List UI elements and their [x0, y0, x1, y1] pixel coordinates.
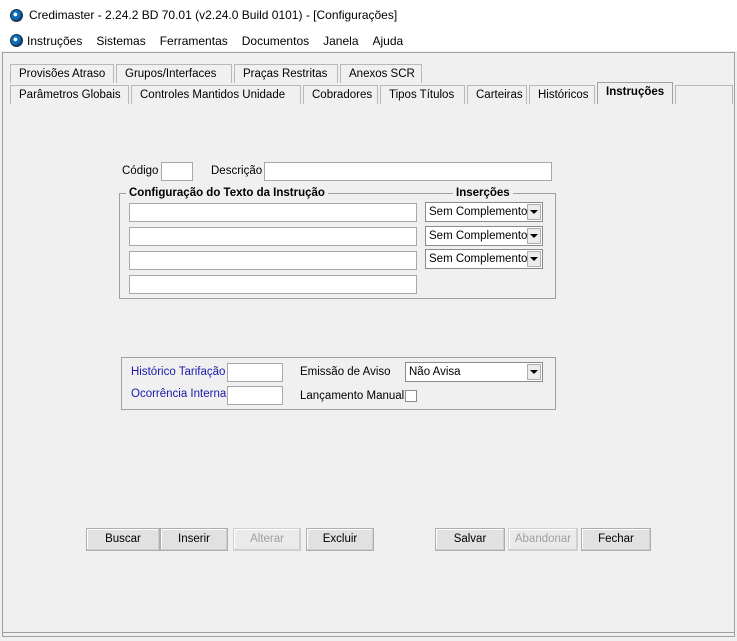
instrucao-line-1-input[interactable] [129, 203, 417, 222]
status-bar [2, 632, 735, 638]
abandonar-button[interactable]: Abandonar [508, 528, 578, 551]
system-menu-icon[interactable] [10, 34, 23, 47]
menu-documentos[interactable]: Documentos [242, 34, 309, 48]
chevron-down-icon[interactable] [527, 204, 541, 220]
tab-parametros-globais[interactable]: Parâmetros Globais [10, 85, 129, 104]
insercao-1-select[interactable]: Sem Complemento [425, 202, 543, 222]
title-bar: Credimaster - 2.24.2 BD 70.01 (v2.24.0 B… [0, 0, 737, 30]
menu-ajuda[interactable]: Ajuda [373, 34, 404, 48]
tab-pracas-restritas[interactable]: Praças Restritas [234, 64, 338, 83]
tab-row-2: Parâmetros Globais Controles Mantidos Un… [3, 82, 736, 106]
ocorrencia-interna-input[interactable] [227, 386, 283, 405]
instrucao-line-4-input[interactable] [129, 275, 417, 294]
menu-ferramentas[interactable]: Ferramentas [160, 34, 228, 48]
chevron-down-icon[interactable] [527, 364, 541, 380]
chevron-down-icon[interactable] [527, 251, 541, 267]
tab-strip-filler [675, 85, 733, 104]
insercao-2-select[interactable]: Sem Complemento [425, 226, 543, 246]
tab-controles-mantidos-unidade[interactable]: Controles Mantidos Unidade [131, 85, 301, 104]
insercao-3-select[interactable]: Sem Complemento [425, 249, 543, 269]
insercao-1-value: Sem Complemento [429, 206, 527, 218]
window-title: Credimaster - 2.24.2 BD 70.01 (v2.24.0 B… [29, 8, 398, 22]
configuracoes-window: Provisões Atraso Grupos/Interfaces Praça… [2, 52, 735, 637]
historico-tarifacao-label: Histórico Tarifação [131, 366, 226, 378]
menu-janela[interactable]: Janela [323, 34, 358, 48]
lancamento-manual-checkbox[interactable] [405, 390, 417, 402]
buscar-button[interactable]: Buscar [86, 528, 160, 551]
tab-grupos-interfaces[interactable]: Grupos/Interfaces [116, 64, 232, 83]
codigo-input[interactable] [161, 162, 193, 181]
fechar-button[interactable]: Fechar [581, 528, 651, 551]
emissao-aviso-select[interactable]: Não Avisa [405, 362, 543, 382]
insercoes-title: Inserções [453, 187, 513, 199]
insercao-2-value: Sem Complemento [429, 230, 527, 242]
configuracao-group-title: Configuração do Texto da Instrução [126, 187, 328, 199]
inserir-button[interactable]: Inserir [160, 528, 228, 551]
salvar-button[interactable]: Salvar [435, 528, 505, 551]
emissao-aviso-label: Emissão de Aviso [300, 366, 391, 378]
tab-cobradores[interactable]: Cobradores [303, 85, 378, 104]
instrucao-line-2-input[interactable] [129, 227, 417, 246]
menu-instrucoes[interactable]: Instruções [27, 34, 82, 48]
tab-anexos-scr[interactable]: Anexos SCR [340, 64, 422, 83]
menu-bar: Instruções Sistemas Ferramentas Document… [0, 30, 737, 51]
emissao-aviso-value: Não Avisa [409, 366, 461, 378]
tab-provisoes-atraso[interactable]: Provisões Atraso [10, 64, 114, 83]
tab-instrucoes[interactable]: Instruções [597, 82, 673, 104]
historico-tarifacao-input[interactable] [227, 363, 283, 382]
ocorrencia-interna-label: Ocorrência Interna [131, 388, 227, 400]
tab-historicos[interactable]: Históricos [529, 85, 595, 104]
codigo-label: Código [122, 165, 159, 177]
tab-carteiras[interactable]: Carteiras [467, 85, 527, 104]
descricao-label: Descrição [211, 165, 263, 177]
alterar-button[interactable]: Alterar [233, 528, 301, 551]
instrucao-line-3-input[interactable] [129, 251, 417, 270]
insercao-3-value: Sem Complemento [429, 253, 527, 265]
excluir-button[interactable]: Excluir [306, 528, 374, 551]
app-logo-icon [10, 8, 23, 22]
descricao-input[interactable] [264, 162, 552, 181]
tab-tipos-titulos[interactable]: Tipos Títulos [380, 85, 465, 104]
menu-sistemas[interactable]: Sistemas [96, 34, 145, 48]
chevron-down-icon[interactable] [527, 228, 541, 244]
lancamento-manual-label: Lançamento Manual [300, 390, 405, 402]
